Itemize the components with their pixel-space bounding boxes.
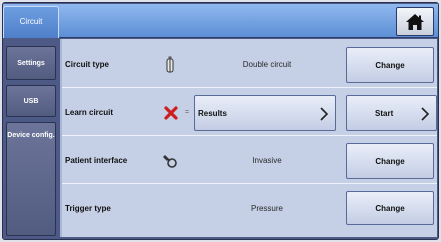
circuit-type-label: Circuit type — [65, 60, 110, 69]
patient-interface-value: Invasive — [252, 156, 282, 165]
start-button[interactable]: Start — [346, 95, 437, 131]
circuit-tube-icon — [161, 56, 179, 74]
chevron-right-icon — [320, 107, 329, 121]
header-bar — [3, 4, 438, 38]
chevron-right-icon — [421, 107, 430, 121]
results-button[interactable]: Results — [194, 95, 336, 131]
sidebar-item-usb[interactable]: USB — [6, 85, 56, 117]
circuit-type-row: Circuit type Double circuit Change — [62, 42, 437, 88]
home-button[interactable] — [396, 7, 434, 36]
red-x-icon — [162, 104, 180, 122]
patient-interface-change-button[interactable]: Change — [346, 143, 434, 179]
learn-circuit-separator: = — [185, 109, 190, 116]
learn-circuit-label: Learn circuit — [65, 108, 114, 117]
circuit-type-value: Double circuit — [242, 60, 292, 69]
home-icon — [406, 13, 424, 30]
sidebar-item-device-config[interactable]: Device config. — [6, 122, 56, 236]
trigger-type-value: Pressure — [250, 204, 283, 213]
results-button-label: Results — [198, 108, 227, 118]
circuit-type-change-button[interactable]: Change — [346, 47, 434, 83]
patient-interface-label: Patient interface — [65, 156, 128, 165]
trigger-type-change-button[interactable]: Change — [346, 191, 434, 225]
patient-interface-icon — [161, 152, 179, 170]
start-button-label: Start — [375, 108, 394, 118]
tab-circuit[interactable]: Circuit — [3, 6, 59, 38]
patient-interface-row: Patient interface Invasive Change — [62, 138, 437, 184]
trigger-type-row: Trigger type Pressure Change — [62, 186, 437, 232]
learn-circuit-row: Learn circuit = Results Start — [62, 90, 437, 136]
trigger-type-label: Trigger type — [65, 204, 111, 213]
sidebar-item-settings[interactable]: Settings — [6, 46, 56, 80]
